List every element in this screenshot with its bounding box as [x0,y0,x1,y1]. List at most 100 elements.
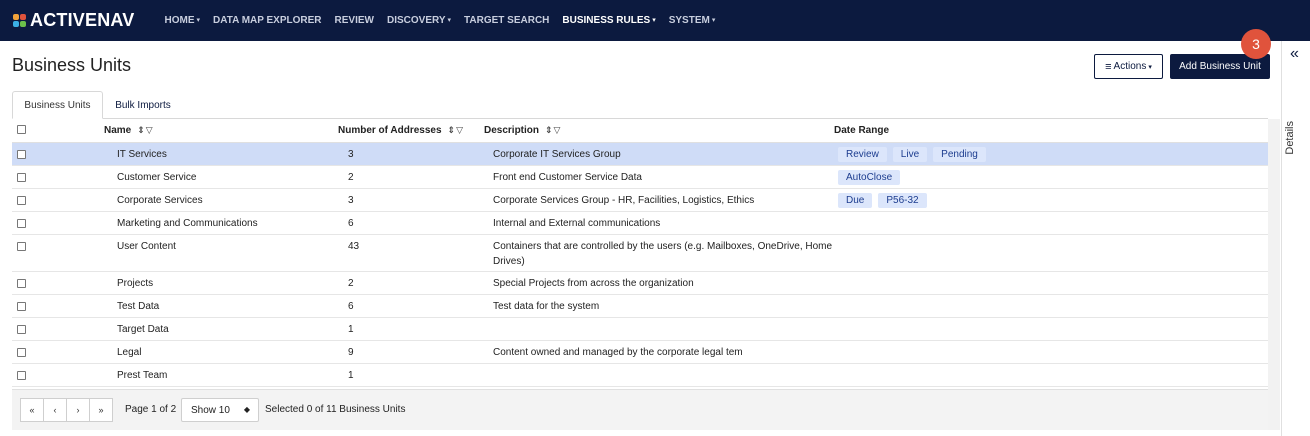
date-range-tag[interactable]: P56-32 [878,193,927,208]
nav-item-data-map-explorer[interactable]: DATA MAP EXPLORER [213,15,322,26]
column-name-label: Name [104,125,132,136]
first-page-button[interactable]: « [20,398,44,422]
table-header: Name ⇕▽ Number of Addresses ⇕▽ Descripti… [12,119,1268,143]
logo[interactable]: ACTIVENAV [13,10,134,31]
actions-label: Actions [1113,61,1147,72]
row-checkbox[interactable] [17,196,26,205]
table-row[interactable]: Prest Team 1 [12,364,1268,387]
nav-item-business-rules[interactable]: BUSINESS RULES ▾ [562,15,655,26]
cell-addresses: 1 [348,324,354,335]
nav-item-home[interactable]: HOME ▾ [164,15,200,26]
select-arrows-icon: ◆ [243,405,250,414]
caret-down-icon: ▾ [1148,63,1152,71]
cell-addresses: 3 [348,149,354,160]
details-panel: « Details [1281,41,1310,436]
date-range-tag[interactable]: AutoClose [838,170,901,185]
row-checkbox[interactable] [17,219,26,228]
cell-name: Prest Team [117,370,168,381]
double-chevron-left-icon[interactable]: « [1290,45,1299,63]
nav-item-label: DISCOVERY [386,15,446,26]
actions-button[interactable]: ≡ Actions ▾ [1094,54,1163,79]
sort-filter-icon[interactable]: ⇕▽ [448,125,464,136]
table-row[interactable]: User Content 43 Containers that are contro… [12,235,1268,272]
page-size-select[interactable]: Show 10 ◆ [181,398,259,422]
table-row[interactable]: Marketing and Communications 6 Internal an… [12,212,1268,235]
cell-name: Target Data [117,324,169,335]
row-checkbox[interactable] [17,371,26,380]
add-business-unit-label: Add Business Unit [1179,61,1261,72]
cell-description: Corporate IT Services Group [493,149,621,160]
cell-description: Containers that are controlled by the us… [493,241,833,267]
date-range-tag[interactable]: Due [838,193,873,208]
caret-down-icon: ▾ [196,17,200,24]
date-range-tags: Review Live Pending [838,147,986,162]
last-page-button[interactable]: » [89,398,113,422]
logo-mark-icon [13,14,26,27]
date-range-tags: AutoClose [838,170,901,185]
table-footer: « ‹ › » Page 1 of 2 Show 10 ◆ Selected 0… [12,389,1268,430]
cell-name: Customer Service [117,172,197,183]
date-range-tag[interactable]: Pending [933,147,986,162]
row-checkbox[interactable] [17,302,26,311]
next-page-button[interactable]: › [66,398,90,422]
details-label[interactable]: Details [1284,121,1296,155]
cell-description: Internal and External communications [493,218,661,229]
top-navbar: ACTIVENAV HOME ▾ DATA MAP EXPLORER REVIEW DI… [0,0,1310,41]
pagination: « ‹ › » [20,398,113,422]
nav-item-system[interactable]: SYSTEM ▾ [669,15,716,26]
table-row[interactable]: Corporate Services 3 Corporate Services Gr… [12,189,1268,212]
date-range-tag[interactable]: Review [838,147,887,162]
row-checkbox[interactable] [17,242,26,251]
tab-bulk-imports[interactable]: Bulk Imports [107,91,179,119]
nav-item-label: HOME [164,15,195,26]
date-range-tag[interactable]: Live [892,147,928,162]
table-row[interactable]: Target Data 1 [12,318,1268,341]
table-row[interactable]: Customer Service 2 Front end Customer Serv… [12,166,1268,189]
nav-item-discovery[interactable]: DISCOVERY ▾ [387,15,451,26]
table-row[interactable]: Test Data 6 Test data for the system [12,295,1268,318]
table-row[interactable]: IT Services 3 Corporate IT Services Group R… [12,143,1268,166]
business-units-table: Name ⇕▽ Number of Addresses ⇕▽ Descripti… [12,119,1268,387]
cell-name: Corporate Services [117,195,203,206]
row-checkbox[interactable] [17,173,26,182]
cell-addresses: 6 [348,218,354,229]
cell-addresses: 9 [348,347,354,358]
logo-text: ACTIVENAV [30,10,135,30]
row-checkbox[interactable] [17,150,26,159]
cell-description: Front end Customer Service Data [493,172,642,183]
sort-filter-icon[interactable]: ⇕▽ [137,125,153,136]
page-title: Business Units [12,55,132,75]
select-all-checkbox[interactable] [17,125,26,134]
nav-item-label: BUSINESS RULES [562,15,651,26]
nav-item-target-search[interactable]: TARGET SEARCH [464,15,549,26]
column-header-description[interactable]: Description ⇕▽ [484,125,561,136]
row-checkbox[interactable] [17,348,26,357]
nav-item-label: REVIEW [334,15,374,26]
column-header-addresses[interactable]: Number of Addresses ⇕▽ [338,125,464,136]
column-date-range-label: Date Range [834,125,890,136]
tab-business-units[interactable]: Business Units [12,91,103,119]
cell-addresses: 43 [348,241,360,252]
row-checkbox[interactable] [17,279,26,288]
cell-addresses: 2 [348,278,354,289]
sort-filter-icon[interactable]: ⇕▽ [545,125,561,136]
nav-menu: HOME ▾ DATA MAP EXPLORER REVIEW DISCOVERY ▾ TA… [164,15,728,26]
nav-item-review[interactable]: REVIEW [335,15,374,26]
selection-count: Selected 0 of 11 Business Units [265,404,406,415]
prev-page-button[interactable]: ‹ [43,398,67,422]
cell-description: Special Projects from across the organiz… [493,278,694,289]
cell-description: Corporate Services Group - HR, Facilitie… [493,195,755,206]
table-row[interactable]: Projects 2 Special Projects from across th… [12,272,1268,295]
column-header-name[interactable]: Name ⇕▽ [104,125,154,136]
vertical-scrollbar[interactable] [1268,119,1280,430]
caret-down-icon: ▾ [652,17,656,24]
cell-name: Projects [117,278,154,289]
cell-addresses: 6 [348,301,354,312]
table-row[interactable]: Legal 9 Content owned and managed by the c… [12,341,1268,364]
cell-name: IT Services [117,149,167,160]
row-checkbox[interactable] [17,325,26,334]
cell-name: User Content [117,241,176,252]
cell-description: Test data for the system [493,301,600,312]
nav-item-label: TARGET SEARCH [464,15,550,26]
notification-badge[interactable]: 3 [1241,29,1271,59]
